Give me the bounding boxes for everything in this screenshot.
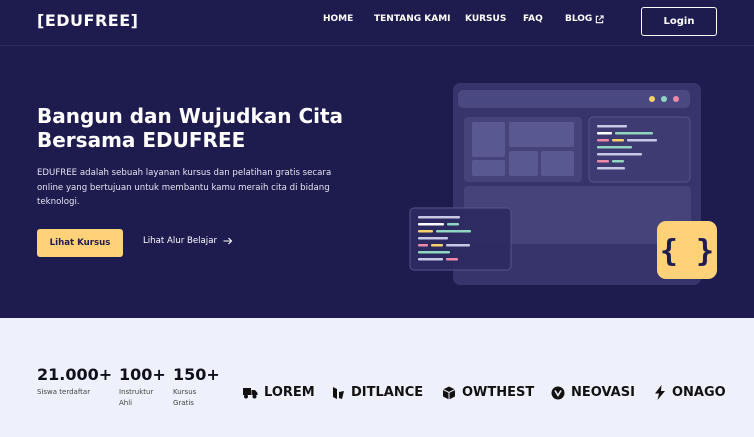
partner-onago: ONAGO [654, 385, 726, 400]
hero-illustration: { } [409, 83, 717, 285]
cube-icon [442, 386, 456, 399]
partner-ditlance-name: DITLANCE [351, 385, 424, 400]
code-braces-icon: { } [660, 234, 714, 269]
partner-neovasi: NEOVASI [551, 385, 635, 400]
partner-lorem-name: LOREM [264, 385, 315, 400]
stat-label: Siswa terdaftar [37, 388, 91, 396]
partner-ditlance: DITLANCE [331, 385, 423, 400]
partner-onago-name: ONAGO [672, 385, 726, 400]
partner-neovasi-name: NEOVASI [571, 385, 635, 400]
partner-owthest-name: OWTHEST [462, 385, 535, 400]
truck-icon [243, 388, 258, 399]
partner-lorem: LOREM [243, 385, 315, 400]
stat-value: 21.000+ [37, 365, 113, 384]
shield-icon [551, 386, 565, 399]
stat-value: 150+ [173, 365, 220, 384]
ditlance-logo-icon [333, 386, 344, 399]
bolt-icon [655, 385, 665, 400]
stat-label: Kursus Gratis [173, 388, 197, 407]
partner-owthest: OWTHEST [442, 385, 534, 400]
stat-value: 100+ [119, 365, 166, 384]
stat-label: Instruktur Ahli [119, 388, 154, 407]
